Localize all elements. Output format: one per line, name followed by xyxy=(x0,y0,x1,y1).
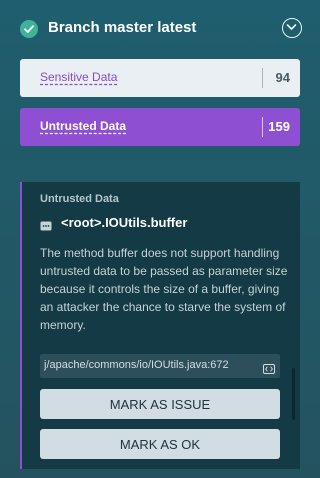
finding-category: Untrusted Data xyxy=(40,193,119,205)
category-label[interactable]: Untrusted Data xyxy=(40,119,126,133)
divider xyxy=(262,68,263,88)
category-label[interactable]: Sensitive Data xyxy=(40,70,117,84)
category-count: 159 xyxy=(268,119,290,134)
category-untrusted-data[interactable]: Untrusted Data 159 xyxy=(20,108,300,146)
finding-description: The method buffer does not support handl… xyxy=(40,246,288,332)
file-path[interactable]: j/apache/commons/io/IOUtils.java:672 xyxy=(44,359,254,371)
mark-as-issue-button[interactable]: MARK AS ISSUE xyxy=(40,389,280,419)
check-circle-icon xyxy=(20,20,38,38)
code-icon[interactable] xyxy=(263,361,275,374)
file-path-box[interactable]: j/apache/commons/io/IOUtils.java:672 xyxy=(40,354,280,378)
scrollbar-thumb[interactable] xyxy=(292,368,295,420)
category-sensitive-data[interactable]: Sensitive Data 94 xyxy=(20,59,300,97)
finding-title: <root>.IOUtils.buffer xyxy=(61,215,188,230)
mark-as-ok-button[interactable]: MARK AS OK xyxy=(40,429,280,459)
finding-detail-panel: Untrusted Data <root>.IOUtils.buffer The… xyxy=(20,182,300,469)
method-icon xyxy=(40,218,52,231)
category-count: 94 xyxy=(275,70,290,85)
divider xyxy=(262,117,263,137)
branch-header: Branch master latest xyxy=(20,18,302,40)
branch-title: Branch master latest xyxy=(48,19,197,36)
chevron-down-circle-icon[interactable] xyxy=(282,18,302,38)
